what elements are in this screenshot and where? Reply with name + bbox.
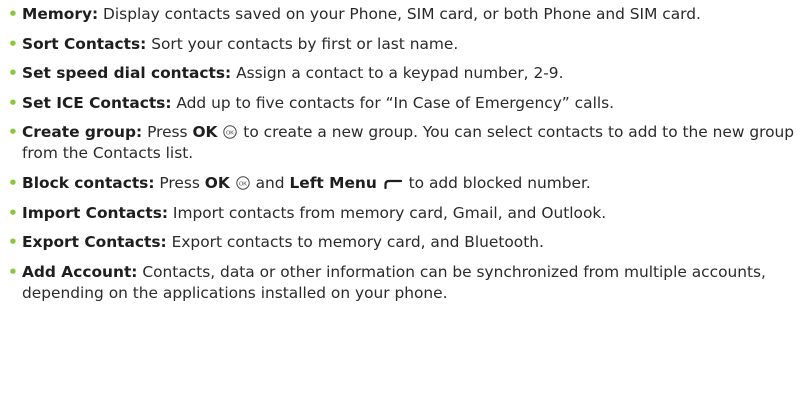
list-item-add-account: • Add Account: Contacts, data or other i… [8, 262, 804, 304]
svg-text:OK: OK [239, 181, 247, 187]
item-text: Press [154, 173, 205, 192]
item-text: Assign a contact to a keypad number, 2-9… [231, 64, 564, 83]
list-item-block-contacts: • Block contacts: Press OK OK and Left M… [8, 173, 804, 194]
list-item-ice-contacts: • Set ICE Contacts: Add up to five conta… [8, 93, 804, 114]
svg-text:OK: OK [226, 131, 234, 137]
bullet: • [8, 203, 18, 222]
item-text: Add up to five contacts for “In Case of … [171, 93, 615, 112]
contacts-settings-list: • Memory: Display contacts saved on your… [0, 0, 804, 304]
bullet: • [8, 64, 18, 83]
list-item-memory: • Memory: Display contacts saved on your… [8, 4, 804, 25]
item-term: Block contacts: [22, 173, 155, 192]
item-term: Create group: [22, 123, 143, 142]
item-term: Memory: [22, 5, 99, 23]
list-item-create-group: • Create group: Press OK OK to create a … [8, 122, 804, 164]
list-item-export-contacts: • Export Contacts: Export contacts to me… [8, 232, 804, 253]
item-text: and [250, 173, 290, 192]
ok-label: OK [192, 123, 218, 142]
bullet: • [8, 5, 18, 23]
item-term: Add Account: [22, 262, 138, 281]
item-term: Import Contacts: [22, 203, 169, 222]
ok-label: OK [204, 173, 230, 192]
item-text: Display contacts saved on your Phone, SI… [98, 5, 701, 23]
item-text: Export contacts to memory card, and Blue… [166, 233, 544, 252]
list-item-speed-dial: • Set speed dial contacts: Assign a cont… [8, 63, 804, 84]
item-term: Set speed dial contacts: [22, 64, 232, 83]
item-text: Sort your contacts by first or last name… [146, 34, 459, 53]
bullet: • [8, 93, 18, 112]
list-item-sort-contacts: • Sort Contacts: Sort your contacts by f… [8, 34, 804, 55]
left-menu-key-icon [384, 179, 402, 189]
bullet: • [8, 233, 18, 252]
item-term: Sort Contacts: [22, 34, 147, 53]
bullet: • [8, 262, 18, 281]
bullet: • [8, 123, 18, 142]
left-menu-label: Left Menu [289, 173, 377, 192]
bullet: • [8, 34, 18, 53]
item-term: Set ICE Contacts: [22, 93, 172, 112]
item-text: Import contacts from memory card, Gmail,… [168, 203, 607, 222]
item-text: to add blocked number. [403, 173, 591, 192]
ok-button-icon: OK [223, 125, 238, 140]
ok-button-icon: OK [236, 176, 250, 190]
item-text: Press [142, 123, 193, 142]
list-item-import-contacts: • Import Contacts: Import contacts from … [8, 203, 804, 224]
bullet: • [8, 173, 18, 192]
item-term: Export Contacts: [22, 233, 167, 252]
